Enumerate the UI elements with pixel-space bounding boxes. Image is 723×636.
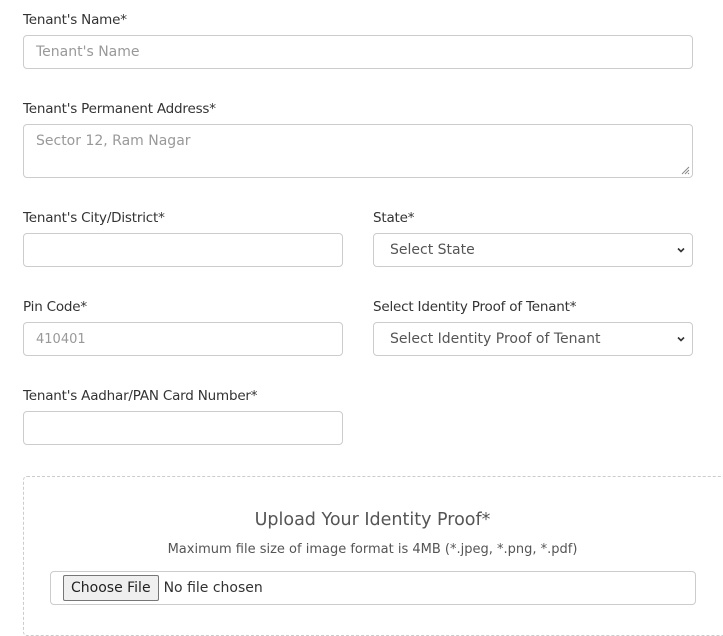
pin-code-placeholder: 410401	[36, 331, 86, 347]
permanent-address-textarea[interactable]: Sector 12, Ram Nagar	[23, 124, 693, 178]
chevron-down-icon	[677, 247, 685, 253]
aadhar-pan-label: Tenant's Aadhar/PAN Card Number*	[23, 388, 258, 404]
city-district-input[interactable]	[23, 233, 343, 267]
identity-proof-type-select[interactable]: Select Identity Proof of Tenant	[373, 322, 693, 356]
tenant-name-input[interactable]: Tenant's Name	[23, 35, 693, 69]
identity-proof-type-label: Select Identity Proof of Tenant*	[373, 299, 577, 315]
tenant-name-placeholder: Tenant's Name	[36, 44, 140, 60]
permanent-address-placeholder: Sector 12, Ram Nagar	[36, 133, 191, 149]
chevron-down-icon	[677, 336, 685, 342]
file-status: No file chosen	[163, 580, 263, 596]
pin-code-label: Pin Code*	[23, 299, 87, 315]
resize-handle-icon[interactable]	[681, 166, 690, 175]
pin-code-input[interactable]: 410401	[23, 322, 343, 356]
upload-title: Upload Your Identity Proof*	[254, 510, 491, 530]
state-select[interactable]: Select State	[373, 233, 693, 267]
upload-hint: Maximum file size of image format is 4MB…	[167, 542, 578, 557]
identity-proof-file-input[interactable]: Choose File No file chosen	[50, 571, 696, 605]
aadhar-pan-input[interactable]	[23, 411, 343, 445]
tenant-name-label: Tenant's Name*	[23, 12, 127, 28]
permanent-address-label: Tenant's Permanent Address*	[23, 101, 216, 117]
city-district-label: Tenant's City/District*	[23, 210, 165, 226]
choose-file-button[interactable]: Choose File	[63, 575, 159, 601]
identity-proof-selected-value: Select Identity Proof of Tenant	[390, 331, 601, 347]
state-label: State*	[373, 210, 415, 226]
state-selected-value: Select State	[390, 242, 475, 258]
